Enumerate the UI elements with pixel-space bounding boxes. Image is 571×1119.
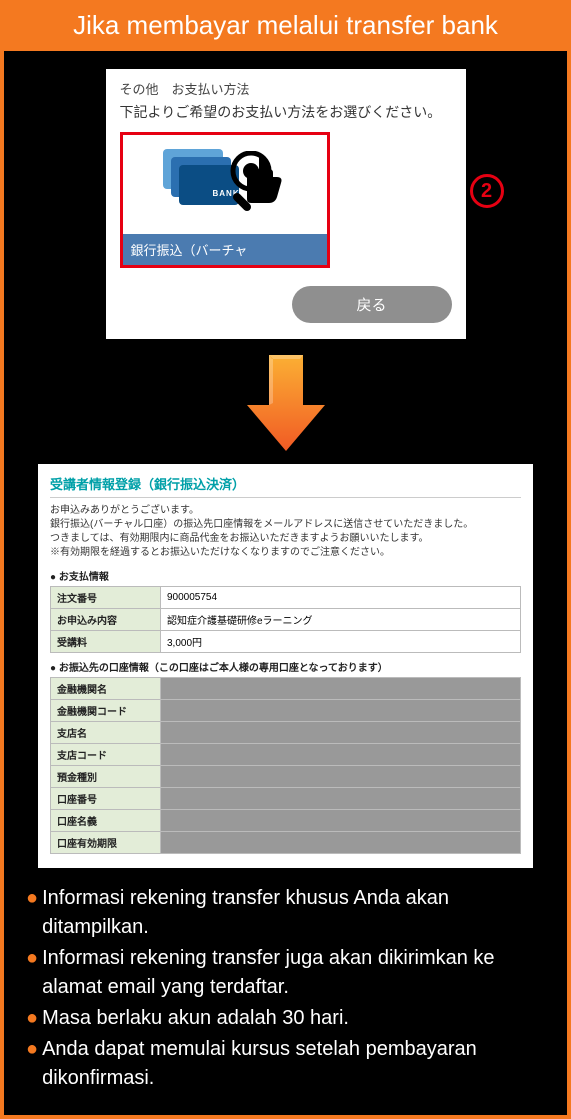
bullet-icon: ● (26, 1004, 38, 1033)
tap-hand-icon (223, 151, 293, 236)
table-row: 金融機関名 (51, 678, 521, 700)
panel1-instruction: 下記よりご希望のお支払い方法をお選びください。 (120, 102, 452, 122)
table-row: 預金種別 (51, 766, 521, 788)
thanks-line: 銀行振込(バーチャル口座）の振込先口座情報をメールアドレスに送信させていただきま… (50, 518, 521, 532)
card-title: Jika membayar melalui transfer bank (73, 10, 498, 40)
bullet-icon: ● (26, 944, 38, 973)
payment-method-panel: その他 お支払い方法 下記よりご希望のお支払い方法をお選びください。 BANK (106, 69, 466, 339)
card-body: その他 お支払い方法 下記よりご希望のお支払い方法をお選びください。 BANK (4, 51, 567, 1115)
row-label: 口座名義 (51, 810, 161, 832)
thanks-line: ※有効期限を経過するとお振込いただけなくなりますのでご注意ください。 (50, 546, 521, 560)
back-button-label: 戻る (356, 297, 386, 314)
payment-info-table: 注文番号 900005754 お申込み内容 認知症介護基礎研修eラーニング 受講… (50, 586, 521, 653)
table-row: 口座番号 (51, 788, 521, 810)
bank-info-panel: 受講者情報登録（銀行振込決済） お申込みありがとうございます。 銀行振込(バーチ… (38, 464, 533, 868)
note-item: ● Informasi rekening transfer khusus And… (26, 884, 545, 942)
note-item: ● Anda dapat memulai kursus setelah pemb… (26, 1035, 545, 1093)
payment-section-header: ● お支払情報 (50, 568, 521, 583)
row-value-redacted (161, 700, 521, 722)
row-value-redacted (161, 744, 521, 766)
bullet-icon: ● (26, 884, 38, 913)
table-row: 支店名 (51, 722, 521, 744)
row-label: 口座番号 (51, 788, 161, 810)
table-row: 注文番号 900005754 (51, 587, 521, 609)
bank-transfer-tile[interactable]: BANK 銀行振込（バーチャ (123, 135, 327, 265)
bank-section-header: ● お振込先の口座情報（この口座はご本人様の専用口座となっております） (50, 659, 521, 674)
note-text: Masa berlaku akun adalah 30 hari. (42, 1004, 545, 1033)
bank-info-table: 金融機関名 金融機関コード 支店名 支店コード 預金種別 口座番号 口座名義 口… (50, 677, 521, 854)
card-header: Jika membayar melalui transfer bank (4, 4, 567, 51)
note-item: ● Informasi rekening transfer juga akan … (26, 944, 545, 1002)
row-value-redacted (161, 788, 521, 810)
bank-transfer-tile-highlight: BANK 銀行振込（バーチャ (120, 132, 330, 268)
row-label: 注文番号 (51, 587, 161, 609)
table-row: 口座名義 (51, 810, 521, 832)
row-value-redacted (161, 766, 521, 788)
note-item: ● Masa berlaku akun adalah 30 hari. (26, 1004, 545, 1033)
step-number-badge: 2 (470, 174, 504, 208)
bank-tile-label: 銀行振込（バーチャ (123, 234, 327, 265)
row-label: 金融機関名 (51, 678, 161, 700)
table-row: お申込み内容 認知症介護基礎研修eラーニング (51, 609, 521, 631)
thanks-line: つきましては、有効期限内に商品代金をお振込いただきますようお願いいたします。 (50, 532, 521, 546)
row-label: 受講料 (51, 631, 161, 653)
row-label: 金融機関コード (51, 700, 161, 722)
row-label: 口座有効期限 (51, 832, 161, 854)
row-label: お申込み内容 (51, 609, 161, 631)
note-text: Informasi rekening transfer juga akan di… (42, 944, 545, 1002)
instruction-card: Jika membayar melalui transfer bank その他 … (0, 0, 571, 1119)
table-row: 支店コード (51, 744, 521, 766)
bullet-icon: ● (26, 1035, 38, 1064)
row-value-redacted (161, 722, 521, 744)
panel2-title: 受講者情報登録（銀行振込決済） (50, 474, 521, 498)
row-label: 支店コード (51, 744, 161, 766)
note-text: Anda dapat memulai kursus setelah pembay… (42, 1035, 545, 1093)
row-value-redacted (161, 678, 521, 700)
back-button[interactable]: 戻る (292, 286, 452, 323)
row-value-redacted (161, 810, 521, 832)
row-label: 支店名 (51, 722, 161, 744)
row-value-redacted (161, 832, 521, 854)
thanks-line: お申込みありがとうございます。 (50, 504, 521, 518)
table-row: 口座有効期限 (51, 832, 521, 854)
panel1-label: その他 お支払い方法 (120, 79, 452, 98)
table-row: 金融機関コード (51, 700, 521, 722)
row-label: 預金種別 (51, 766, 161, 788)
row-value: 認知症介護基礎研修eラーニング (161, 609, 521, 631)
down-arrow-icon (26, 353, 545, 458)
notes-list: ● Informasi rekening transfer khusus And… (26, 884, 545, 1093)
note-text: Informasi rekening transfer khusus Anda … (42, 884, 545, 942)
panel2-thanks: お申込みありがとうございます。 銀行振込(バーチャル口座）の振込先口座情報をメー… (50, 504, 521, 560)
row-value: 3,000円 (161, 631, 521, 653)
table-row: 受講料 3,000円 (51, 631, 521, 653)
row-value: 900005754 (161, 587, 521, 609)
